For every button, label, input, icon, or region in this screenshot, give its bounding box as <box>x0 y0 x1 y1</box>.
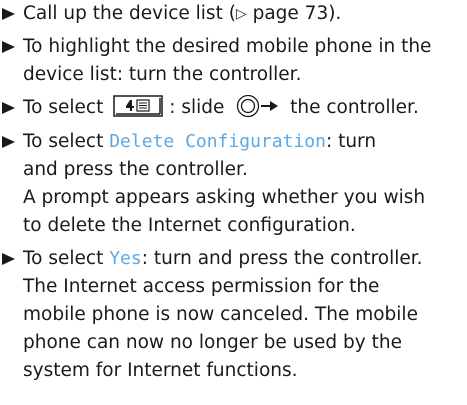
step-line: To select Delete Configuration: turn <box>23 131 377 152</box>
prompt-note: A prompt appears asking whether you wish <box>23 187 426 208</box>
step-line: To select : slide the controller. <box>0 94 467 122</box>
step-line: To select Yes: turn and press the contro… <box>23 248 423 269</box>
result-note: The Internet access permission for the <box>23 276 380 297</box>
result-note: system for Internet functions. <box>23 360 298 381</box>
instruction-page: Call up the device list (▷ page 73). To … <box>0 0 467 405</box>
phone-menu-icon <box>113 95 163 117</box>
step-line: and press the controller. <box>23 159 248 180</box>
step-line: device list: turn the controller. <box>23 64 302 85</box>
result-note: mobile phone is now canceled. The mobile <box>23 304 418 325</box>
step-select-yes: To select Yes: turn and press the contro… <box>0 245 467 385</box>
step-delete-configuration: To select Delete Configuration: turn and… <box>0 128 467 240</box>
bullet-triangle-icon <box>2 41 15 53</box>
step-call-device-list: Call up the device list (▷ page 73). <box>0 0 467 29</box>
command-yes: Yes <box>109 248 142 269</box>
result-note: phone can now no longer be used by the <box>23 332 402 353</box>
bullet-triangle-icon <box>2 253 15 265</box>
step-select-menu: To select : slide the controller. <box>0 94 467 122</box>
step-line: To highlight the desired mobile phone in… <box>23 36 432 57</box>
prompt-note: to delete the Internet configuration. <box>23 215 356 236</box>
bullet-triangle-icon <box>2 102 15 114</box>
page-reference-icon: ▷ <box>235 6 247 22</box>
controller-slide-right-icon <box>237 94 279 118</box>
bullet-triangle-icon <box>2 8 15 20</box>
step-line: Call up the device list (▷ page 73). <box>0 0 467 29</box>
step-highlight-phone: To highlight the desired mobile phone in… <box>0 33 467 89</box>
bullet-triangle-icon <box>2 136 15 148</box>
command-delete-configuration: Delete Configuration <box>109 131 326 152</box>
